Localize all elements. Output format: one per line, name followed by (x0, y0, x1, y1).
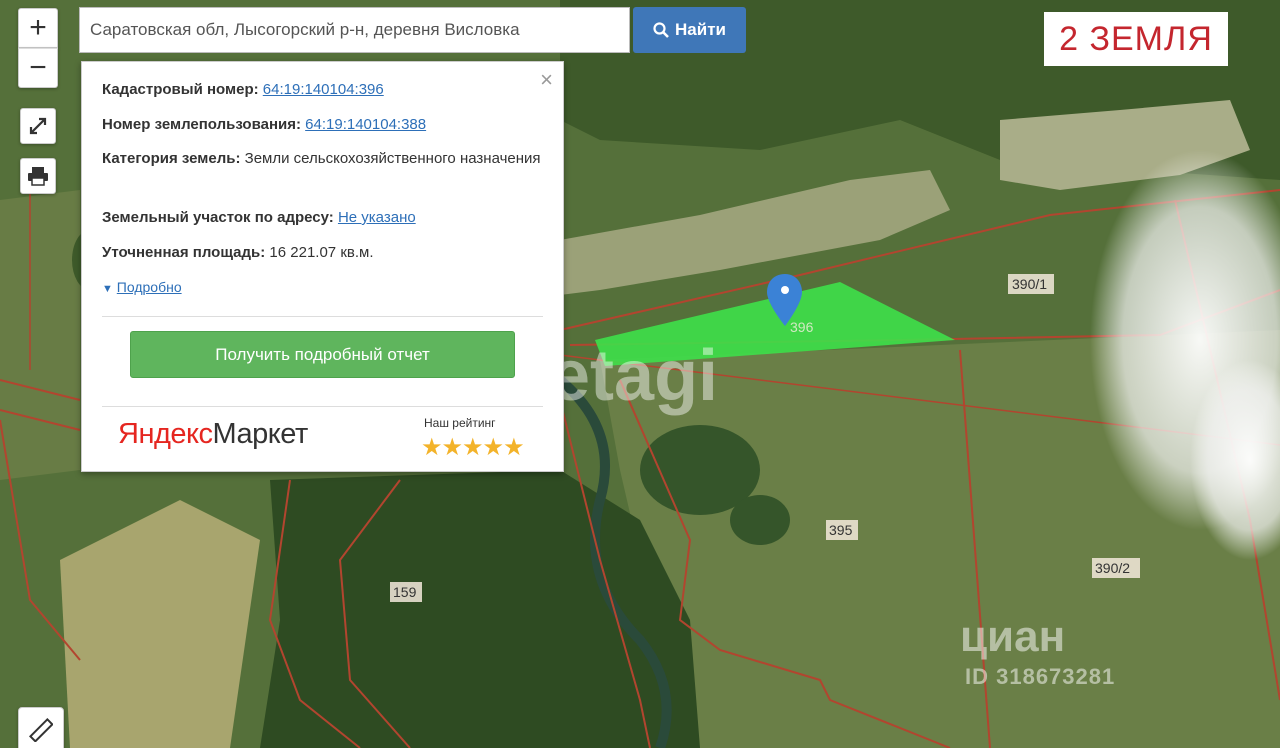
caret-down-icon: ▼ (102, 283, 113, 295)
parcel-label-395: 395 (829, 522, 853, 538)
search-input[interactable] (79, 7, 630, 53)
overlay-label: 2 ЗЕМЛЯ (1044, 12, 1228, 66)
yandex-market-logo[interactable]: ЯндексМаркет (118, 418, 308, 451)
address-label: Земельный участок по адресу: (102, 209, 334, 226)
print-button[interactable] (20, 158, 56, 194)
address-row: Земельный участок по адресу: Не указано (102, 206, 542, 229)
ruler-button[interactable] (18, 707, 64, 748)
watermark-etagi: etagi (550, 336, 719, 416)
minus-icon: − (29, 51, 47, 84)
rating-label: Наш рейтинг (424, 416, 496, 430)
area-label: Уточненная площадь: (102, 244, 266, 261)
cadastral-number-row: Кадастровый номер: 64:19:140104:396 (102, 78, 542, 101)
watermark-cian-id: ID 318673281 (965, 664, 1116, 689)
land-use-number-label: Номер землепользования: (102, 116, 301, 133)
zoom-out-button[interactable]: − (18, 48, 58, 88)
cadastral-number-link[interactable]: 64:19:140104:396 (263, 81, 384, 98)
search-button[interactable]: Найти (633, 7, 746, 53)
parcel-label-396: 396 (790, 319, 814, 335)
address-link[interactable]: Не указано (338, 209, 416, 226)
divider (102, 406, 543, 407)
parcel-info-popup: × Кадастровый номер: 64:19:140104:396 Но… (81, 61, 564, 472)
details-link[interactable]: Подробно (117, 279, 182, 295)
land-category-value: Земли сельскохозяйственного назначения (244, 150, 541, 167)
details-toggle[interactable]: ▼ Подробно (102, 276, 542, 301)
ruler-icon (29, 718, 53, 742)
search-button-label: Найти (675, 20, 726, 39)
printer-icon (28, 167, 48, 186)
rating-stars: ★★★★★ (421, 434, 525, 461)
land-use-number-row: Номер землепользования: 64:19:140104:388 (102, 113, 542, 136)
land-category-row: Категория земель: Земли сельскохозяйстве… (102, 147, 542, 170)
parcel-label-390-1: 390/1 (1012, 276, 1047, 292)
area-value: 16 221.07 кв.м. (269, 244, 374, 261)
plus-icon: + (29, 11, 47, 44)
divider (102, 316, 543, 317)
parcel-label-390-2: 390/2 (1095, 560, 1130, 576)
watermark-cian: циан (960, 612, 1066, 661)
zoom-in-button[interactable]: + (18, 8, 58, 48)
search-icon (653, 22, 669, 38)
expand-icon (29, 117, 47, 135)
land-category-label: Категория земель: (102, 150, 241, 167)
logo-part-market: Маркет (212, 418, 309, 450)
close-icon[interactable]: × (540, 69, 553, 91)
cadastral-number-label: Кадастровый номер: (102, 81, 259, 98)
logo-part-yandex: Яндекс (118, 418, 213, 450)
fullscreen-button[interactable] (20, 108, 56, 144)
get-report-button[interactable]: Получить подробный отчет (130, 331, 515, 378)
area-row: Уточненная площадь: 16 221.07 кв.м. (102, 241, 542, 264)
land-use-number-link[interactable]: 64:19:140104:388 (305, 116, 426, 133)
parcel-label-159: 159 (393, 584, 417, 600)
